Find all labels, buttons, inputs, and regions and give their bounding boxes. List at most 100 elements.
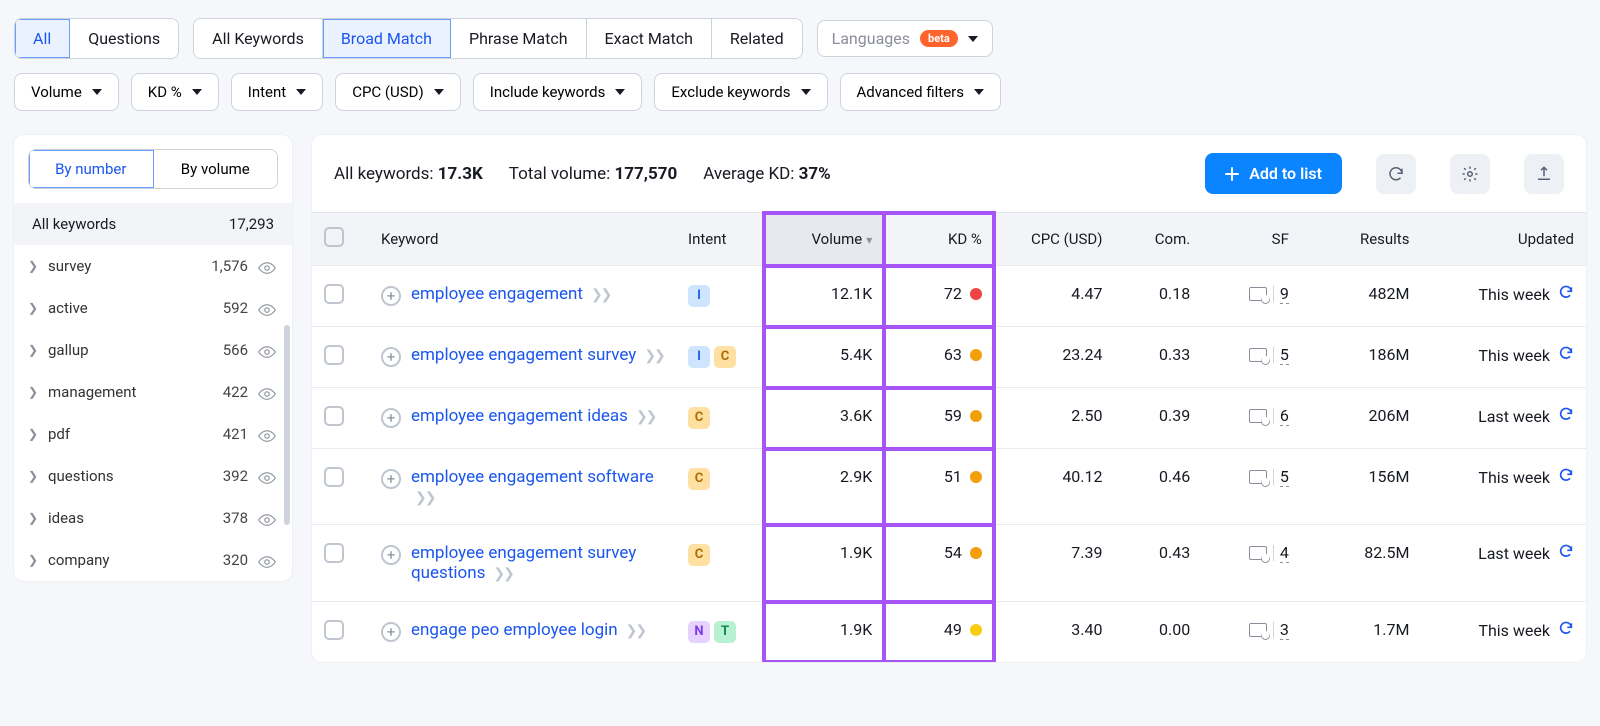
add-keyword-icon[interactable]: + [381,545,401,565]
add-keyword-icon[interactable]: + [381,347,401,367]
refresh-icon[interactable] [1558,543,1574,564]
tab-by-volume[interactable]: By volume [154,150,278,188]
refresh-icon[interactable] [1558,284,1574,305]
refresh-icon[interactable] [1558,620,1574,641]
tab-related[interactable]: Related [712,19,802,58]
row-checkbox[interactable] [324,543,344,563]
refresh-icon[interactable] [1558,406,1574,427]
serp-features-cell[interactable]: 9 [1249,284,1289,304]
sidebar-item[interactable]: ❯ gallup 566 [14,329,292,371]
eye-icon[interactable] [258,554,276,566]
tab-by-number[interactable]: By number [29,150,154,188]
kd-dot-icon [970,624,982,636]
eye-icon[interactable] [258,386,276,398]
header-kd[interactable]: KD % [884,213,994,266]
header-volume[interactable]: Volume▾ [764,213,885,266]
row-checkbox[interactable] [324,467,344,487]
chevron-down-icon [974,89,984,95]
keyword-link[interactable]: employee engagement survey [411,345,636,365]
advanced-filters[interactable]: Advanced filters [840,73,1001,111]
header-results[interactable]: Results [1301,213,1422,266]
table-row: + employee engagement ideas ❯❯ C 3.6K 59… [312,388,1586,449]
sidebar-total-row[interactable]: All keywords 17,293 [14,203,292,245]
scrollbar[interactable] [284,325,290,525]
refresh-icon[interactable] [1558,467,1574,488]
keyword-link[interactable]: employee engagement software [411,467,654,487]
kd-dot-icon [970,349,982,361]
eye-icon[interactable] [258,470,276,482]
table-row: + engage peo employee login ❯❯ NT 1.9K 4… [312,602,1586,663]
sidebar-item[interactable]: ❯ questions 392 [14,455,292,497]
keyword-link[interactable]: employee engagement ideas [411,406,628,426]
keyword-link[interactable]: employee engagement survey questions [411,543,636,583]
add-to-list-button[interactable]: Add to list [1205,153,1342,194]
volume-cell: 12.1K [764,266,885,327]
intent-cell: C [688,544,710,566]
intent-cell: NT [688,621,736,643]
serp-features-cell[interactable]: 5 [1249,467,1289,487]
eye-icon[interactable] [258,512,276,524]
add-keyword-icon[interactable]: + [381,622,401,642]
total-volume-stat: Total volume: 177,570 [509,164,677,184]
keyword-link[interactable]: employee engagement [411,284,583,304]
add-keyword-icon[interactable]: + [381,286,401,306]
exclude-keywords-filter[interactable]: Exclude keywords [654,73,827,111]
updated-cell: Last week [1478,543,1574,564]
sidebar-item[interactable]: ❯ pdf 421 [14,413,292,455]
eye-icon[interactable] [258,428,276,440]
languages-dropdown[interactable]: Languages beta [817,20,993,57]
double-chevron-icon: ❯❯ [493,566,512,582]
sidebar-item[interactable]: ❯ ideas 378 [14,497,292,539]
settings-button[interactable] [1450,154,1490,194]
include-keywords-filter[interactable]: Include keywords [473,73,643,111]
header-com[interactable]: Com. [1115,213,1203,266]
row-checkbox[interactable] [324,345,344,365]
sidebar-item-count: 1,576 [211,257,248,275]
tab-broad-match[interactable]: Broad Match [323,19,451,58]
sidebar-item-count: 392 [223,467,248,485]
header-keyword[interactable]: Keyword [369,213,676,266]
row-checkbox[interactable] [324,620,344,640]
export-button[interactable] [1524,154,1564,194]
volume-filter[interactable]: Volume [14,73,119,111]
tab-phrase-match[interactable]: Phrase Match [451,19,587,58]
cpc-cell: 23.24 [994,327,1115,388]
serp-features-cell[interactable]: 4 [1249,543,1289,563]
select-all-checkbox[interactable] [324,227,344,247]
header-cpc[interactable]: CPC (USD) [994,213,1115,266]
intent-filter[interactable]: Intent [231,73,323,111]
com-cell: 0.18 [1115,266,1203,327]
header-sf[interactable]: SF [1202,213,1301,266]
eye-icon[interactable] [258,260,276,272]
kd-dot-icon [970,410,982,422]
row-checkbox[interactable] [324,284,344,304]
header-intent[interactable]: Intent [676,213,764,266]
tab-questions[interactable]: Questions [70,19,178,58]
eye-icon[interactable] [258,344,276,356]
sidebar-item[interactable]: ❯ active 592 [14,287,292,329]
cpc-cell: 4.47 [994,266,1115,327]
add-keyword-icon[interactable]: + [381,469,401,489]
kd-filter[interactable]: KD % [131,73,219,111]
header-updated[interactable]: Updated [1421,213,1586,266]
refresh-icon[interactable] [1558,345,1574,366]
keyword-link[interactable]: engage peo employee login [411,620,618,640]
volume-cell: 2.9K [764,449,885,525]
serp-features-cell[interactable]: 3 [1249,620,1289,640]
tab-all-keywords[interactable]: All Keywords [194,19,323,58]
eye-icon[interactable] [258,302,276,314]
add-keyword-icon[interactable]: + [381,408,401,428]
cpc-filter[interactable]: CPC (USD) [335,73,461,111]
match-tabs: All Keywords Broad Match Phrase Match Ex… [193,18,802,59]
sidebar-item-count: 378 [223,509,248,527]
sidebar-item[interactable]: ❯ management 422 [14,371,292,413]
sidebar-item[interactable]: ❯ survey 1,576 [14,245,292,287]
serp-features-cell[interactable]: 6 [1249,406,1289,426]
refresh-button[interactable] [1376,154,1416,194]
serp-features-cell[interactable]: 5 [1249,345,1289,365]
tab-all[interactable]: All [15,19,70,58]
kd-cell: 54 [944,543,982,562]
tab-exact-match[interactable]: Exact Match [587,19,712,58]
row-checkbox[interactable] [324,406,344,426]
sidebar-item[interactable]: ❯ company 320 [14,539,292,581]
